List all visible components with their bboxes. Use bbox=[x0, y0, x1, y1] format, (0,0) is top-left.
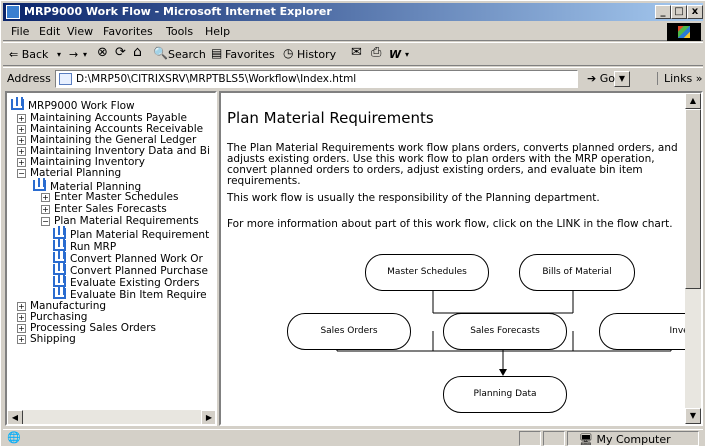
tree-item-label: Shipping bbox=[30, 333, 76, 345]
scroll-right-button[interactable]: ▶ bbox=[201, 410, 215, 424]
content-area: Plan Material Requirements The Plan Mate… bbox=[221, 93, 685, 424]
page-icon bbox=[59, 73, 72, 85]
go-arrow-icon: ➔ bbox=[587, 72, 597, 85]
workflow-tree: MRP9000 Work Flow + Maintaining Accounts P… bbox=[7, 93, 215, 410]
tree-item[interactable]: + Shipping bbox=[17, 334, 76, 345]
flow-node-master-schedules[interactable]: Master Schedules bbox=[365, 254, 489, 291]
content-vertical-scrollbar[interactable]: ▲ ▼ bbox=[685, 93, 701, 424]
ie-app-icon bbox=[6, 5, 20, 19]
menu-help[interactable]: Help bbox=[205, 25, 230, 38]
edit-icon[interactable]: W bbox=[389, 48, 401, 61]
close-button[interactable]: x bbox=[687, 5, 703, 19]
address-bar: Address D:\MRP50\CITRIXSRV\MRPTBLS5\Work… bbox=[3, 67, 703, 89]
menu-file[interactable]: File bbox=[11, 25, 29, 38]
status-segment bbox=[519, 431, 541, 446]
expand-icon[interactable]: + bbox=[17, 125, 26, 134]
tree-item[interactable]: + Enter Master Schedules bbox=[41, 192, 178, 203]
edit-dropdown-arrow[interactable]: ▾ bbox=[405, 50, 409, 59]
favorites-icon[interactable]: ▤ bbox=[211, 46, 222, 60]
expand-icon[interactable]: + bbox=[17, 302, 26, 311]
address-dropdown-button[interactable]: ▼ bbox=[614, 71, 630, 87]
print-icon[interactable]: ⎙ bbox=[371, 45, 381, 60]
expand-icon[interactable]: + bbox=[41, 205, 50, 214]
computer-icon: 🖥 bbox=[579, 433, 593, 446]
page-status-icon: 🌐 bbox=[7, 431, 21, 444]
status-segment bbox=[543, 431, 565, 446]
forward-dropdown-arrow[interactable]: ▾ bbox=[83, 50, 87, 59]
stop-icon[interactable]: ⊗ bbox=[97, 45, 108, 60]
expand-icon[interactable]: + bbox=[17, 147, 26, 156]
window-title: MRP9000 Work Flow - Microsoft Internet E… bbox=[24, 5, 332, 18]
flow-node-planning-data[interactable]: Planning Data bbox=[443, 376, 567, 413]
flow-node-inventory[interactable]: Inventory bbox=[599, 313, 685, 350]
address-label: Address bbox=[7, 72, 51, 85]
ie-window: MRP9000 Work Flow - Microsoft Internet E… bbox=[0, 0, 706, 447]
scroll-up-button[interactable]: ▲ bbox=[685, 93, 701, 109]
flow-node-bills-of-material[interactable]: Bills of Material bbox=[519, 254, 635, 291]
tree-item-label: Enter Master Schedules bbox=[54, 191, 179, 203]
workflow-book-icon bbox=[53, 286, 66, 299]
scroll-left-button[interactable]: ◀ bbox=[7, 410, 23, 424]
expand-icon[interactable]: + bbox=[17, 335, 26, 344]
zone-text: My Computer bbox=[596, 433, 671, 446]
expand-icon[interactable]: + bbox=[17, 158, 26, 167]
navigation-frame: MRP9000 Work Flow + Maintaining Accounts P… bbox=[5, 91, 217, 426]
collapse-icon[interactable]: − bbox=[41, 217, 50, 226]
address-value[interactable]: D:\MRP50\CITRIXSRV\MRPTBLS5\Workflow\Ind… bbox=[76, 73, 356, 85]
home-icon[interactable]: ⌂ bbox=[133, 44, 142, 60]
scroll-down-button[interactable]: ▼ bbox=[685, 408, 701, 424]
tree-item-label: Plan Material Requirements bbox=[54, 215, 199, 227]
title-bar[interactable]: MRP9000 Work Flow - Microsoft Internet E… bbox=[3, 3, 703, 21]
collapse-icon[interactable]: − bbox=[17, 169, 26, 178]
expand-icon[interactable]: + bbox=[17, 136, 26, 145]
links-button[interactable]: Links » bbox=[657, 72, 702, 85]
expand-icon[interactable]: + bbox=[41, 193, 50, 202]
menu-tools[interactable]: Tools bbox=[166, 25, 193, 38]
tree-root[interactable]: MRP9000 Work Flow bbox=[11, 97, 135, 112]
favorites-button[interactable]: Favorites bbox=[225, 48, 275, 61]
back-dropdown-arrow[interactable]: ▾ bbox=[57, 50, 61, 59]
mail-icon[interactable]: ✉ bbox=[351, 45, 362, 60]
zone-label: 🖥 My Computer bbox=[579, 433, 671, 446]
content-frame: Plan Material Requirements The Plan Mate… bbox=[219, 91, 703, 426]
workflow-book-icon bbox=[11, 97, 24, 110]
menu-favorites[interactable]: Favorites bbox=[103, 25, 153, 38]
tree-item[interactable]: + Enter Sales Forecasts bbox=[41, 204, 167, 215]
history-button[interactable]: History bbox=[297, 48, 336, 61]
workflow-book-icon bbox=[33, 178, 46, 191]
search-icon[interactable]: 🔍 bbox=[153, 46, 168, 60]
menu-view[interactable]: View bbox=[67, 25, 93, 38]
tree-item[interactable]: − Material Planning bbox=[17, 168, 121, 179]
standard-toolbar: ⇐ Back ▾ → ▾ ⊗ ⟳ ⌂ 🔍 Search ▤ Favorites … bbox=[3, 42, 703, 66]
tree-item-label: Enter Sales Forecasts bbox=[54, 203, 167, 215]
scroll-thumb[interactable] bbox=[685, 109, 701, 289]
tree-horizontal-scrollbar[interactable]: ◀ ▶ bbox=[7, 410, 215, 424]
expand-icon[interactable]: + bbox=[17, 114, 26, 123]
flow-node-sales-orders[interactable]: Sales Orders bbox=[287, 313, 411, 350]
search-button[interactable]: Search bbox=[168, 48, 206, 61]
status-bar: 🌐 🖥 My Computer bbox=[3, 429, 703, 446]
minimize-button[interactable]: _ bbox=[655, 5, 671, 19]
history-icon[interactable]: ◷ bbox=[283, 46, 293, 60]
expand-icon[interactable]: + bbox=[17, 313, 26, 322]
forward-button[interactable]: → bbox=[69, 48, 78, 61]
menu-edit[interactable]: Edit bbox=[39, 25, 60, 38]
menu-bar: File Edit View Favorites Tools Help bbox=[3, 22, 703, 41]
go-label: Go bbox=[599, 72, 615, 85]
tree-root-label: MRP9000 Work Flow bbox=[28, 100, 135, 112]
windows-logo-icon bbox=[667, 23, 701, 41]
back-button[interactable]: ⇐ Back bbox=[9, 48, 48, 61]
address-input[interactable]: D:\MRP50\CITRIXSRV\MRPTBLS5\Workflow\Ind… bbox=[55, 70, 630, 88]
expand-icon[interactable]: + bbox=[17, 324, 26, 333]
refresh-icon[interactable]: ⟳ bbox=[115, 45, 126, 60]
go-button[interactable]: ➔ Go bbox=[587, 72, 615, 85]
flow-node-sales-forecasts[interactable]: Sales Forecasts bbox=[443, 313, 567, 350]
maximize-button[interactable]: □ bbox=[671, 5, 687, 19]
